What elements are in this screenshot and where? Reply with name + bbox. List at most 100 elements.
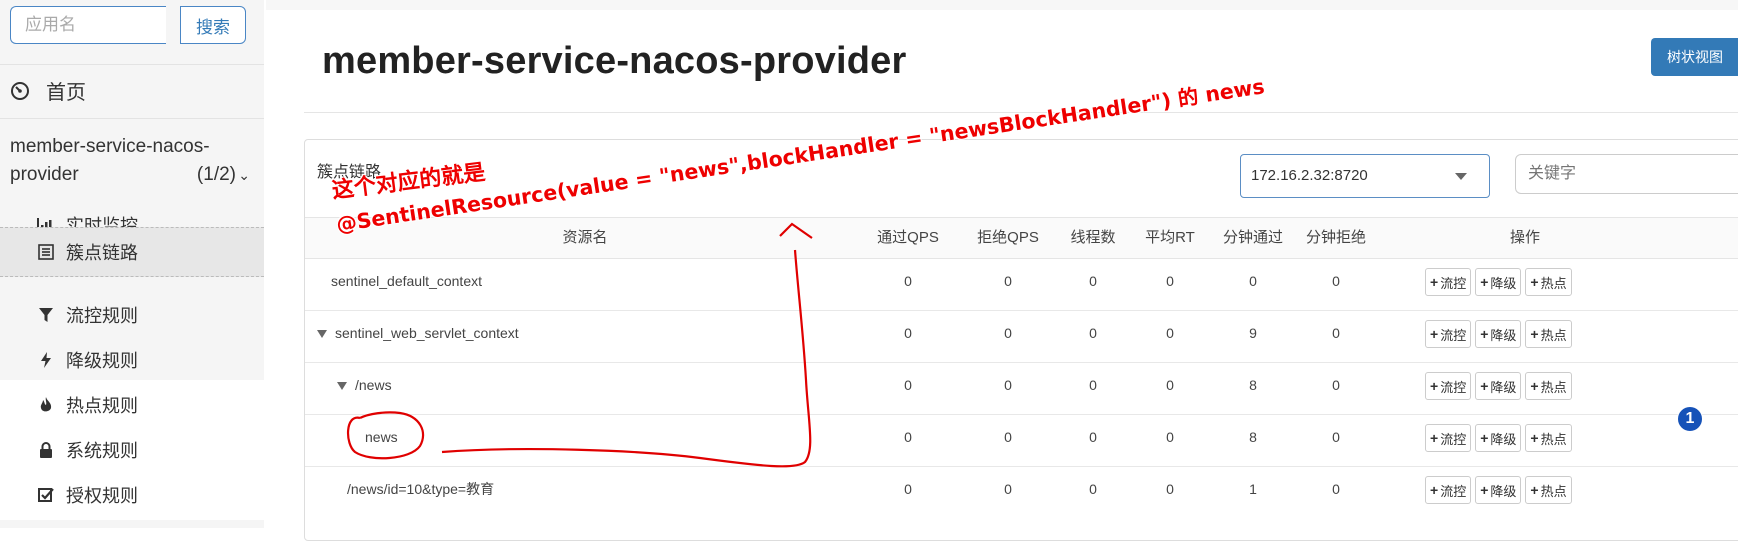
add-hotspot-rule-button[interactable]: + 热点 (1525, 320, 1572, 348)
plus-icon: + (1480, 430, 1489, 446)
list-icon (36, 244, 56, 260)
op-label: 流控 (1440, 483, 1467, 499)
app-name: member-service-nacos-provider (10, 136, 210, 185)
add-hotspot-rule-button[interactable]: + 热点 (1525, 424, 1572, 452)
plus-icon: + (1530, 430, 1539, 446)
op-label: 热点 (1540, 327, 1567, 343)
minute-block: 0 (1332, 377, 1340, 393)
chevron-down-icon: ⌄ (238, 167, 250, 183)
plus-icon: + (1530, 326, 1539, 342)
filter-icon (36, 307, 56, 323)
add-flow-rule-button[interactable]: + 流控 (1425, 476, 1472, 504)
lock-icon (36, 442, 56, 458)
pass-qps: 0 (904, 377, 912, 393)
pass-qps: 0 (904, 325, 912, 341)
op-label: 热点 (1540, 379, 1567, 395)
add-degrade-rule-button[interactable]: + 降级 (1475, 320, 1522, 348)
resource-name: sentinel_default_context (331, 273, 482, 289)
minute-block: 0 (1332, 273, 1340, 289)
sidebar-divider (0, 118, 264, 119)
plus-icon: + (1430, 378, 1439, 394)
row-actions: + 流控 + 降级 + 热点 (1425, 424, 1572, 452)
minute-block: 0 (1332, 481, 1340, 497)
sidebar-item-auth-rules[interactable]: 授权规则 (0, 470, 264, 520)
table-row: news 0 0 0 0 8 0 + 流控 + 降级 + 热点 (305, 414, 1738, 467)
sidebar-divider (0, 64, 264, 65)
row-actions: + 流控 + 降级 + 热点 (1425, 320, 1572, 348)
plus-icon: + (1480, 378, 1489, 394)
add-hotspot-rule-button[interactable]: + 热点 (1525, 372, 1572, 400)
sidebar-item-label: 授权规则 (66, 486, 138, 506)
plus-icon: + (1530, 274, 1539, 290)
add-flow-rule-button[interactable]: + 流控 (1425, 268, 1472, 296)
plus-icon: + (1430, 430, 1439, 446)
plus-icon: + (1430, 482, 1439, 498)
sidebar-item-degrade-rules[interactable]: 降级规则 (0, 335, 264, 385)
table-row: /news 0 0 0 0 8 0 + 流控 + 降级 + 热点 (305, 362, 1738, 415)
add-hotspot-rule-button[interactable]: + 热点 (1525, 476, 1572, 504)
plus-icon: + (1430, 274, 1439, 290)
add-hotspot-rule-button[interactable]: + 热点 (1525, 268, 1572, 296)
op-label: 降级 (1490, 327, 1517, 343)
sidebar-item-system-rules[interactable]: 系统规则 (0, 425, 264, 475)
sidebar-item-hotspot-rules[interactable]: 热点规则 (0, 380, 264, 430)
op-label: 流控 (1440, 275, 1467, 291)
add-degrade-rule-button[interactable]: + 降级 (1475, 372, 1522, 400)
resource-name-cell[interactable]: sentinel_web_servlet_context (317, 310, 519, 356)
machine-select-value: 172.16.2.32:8720 (1251, 167, 1368, 184)
plus-icon: + (1480, 482, 1489, 498)
fire-icon (36, 397, 56, 413)
sidebar-item-home[interactable]: 首页 (10, 76, 86, 105)
machine-select[interactable]: 172.16.2.32:8720 (1240, 154, 1490, 198)
plus-icon: + (1530, 482, 1539, 498)
app-machine-count: (1/2) (196, 164, 236, 185)
sidebar-item-cluster-point-link[interactable]: 簇点链路 (0, 227, 264, 277)
collapse-triangle-icon (337, 382, 347, 391)
add-degrade-rule-button[interactable]: + 降级 (1475, 424, 1522, 452)
op-label: 降级 (1490, 483, 1517, 499)
add-flow-rule-button[interactable]: + 流控 (1425, 320, 1472, 348)
op-label: 降级 (1490, 275, 1517, 291)
home-label: 首页 (46, 82, 86, 104)
op-label: 流控 (1440, 431, 1467, 447)
sidebar-item-label: 流控规则 (66, 306, 138, 326)
app-search-input[interactable] (10, 6, 166, 44)
resource-name: sentinel_web_servlet_context (335, 325, 519, 341)
keyword-input[interactable] (1515, 154, 1738, 194)
add-degrade-rule-button[interactable]: + 降级 (1475, 268, 1522, 296)
dashboard-icon (11, 81, 29, 100)
table-row: /news/id=10&type=教育 0 0 0 0 1 0 + 流控 + 降级 … (305, 466, 1738, 518)
sidebar-item-label: 降级规则 (66, 351, 138, 371)
row-actions: + 流控 + 降级 + 热点 (1425, 476, 1572, 504)
top-strip (266, 0, 1738, 10)
op-label: 热点 (1540, 431, 1567, 447)
pass-qps: 0 (904, 429, 912, 445)
resource-name: /news (355, 377, 392, 393)
col-operations: 操作 (1509, 229, 1540, 246)
table-header: 资源名 通过QPS 拒绝QPS 线程数 平均RT 分钟通过 分钟拒绝 操作 (305, 217, 1738, 259)
add-flow-rule-button[interactable]: + 流控 (1425, 424, 1472, 452)
app-entry[interactable]: member-service-nacos-provider (1/2) ⌄ (10, 133, 250, 189)
add-degrade-rule-button[interactable]: + 降级 (1475, 476, 1522, 504)
sidebar-item-flow-rules[interactable]: 流控规则 (0, 290, 264, 340)
pass-qps: 0 (904, 481, 912, 497)
minute-block: 0 (1332, 429, 1340, 445)
table-row: sentinel_web_servlet_context 0 0 0 0 9 0… (305, 310, 1738, 363)
op-label: 降级 (1490, 431, 1517, 447)
app-search: 搜索 (10, 6, 246, 44)
search-button[interactable]: 搜索 (180, 6, 246, 44)
tree-view-button[interactable]: 树状视图 (1651, 38, 1738, 76)
add-flow-rule-button[interactable]: + 流控 (1425, 372, 1472, 400)
sidebar-item-label: 系统规则 (66, 441, 138, 461)
col-minute-block: 分钟拒绝 (1305, 229, 1366, 246)
resource-name-cell[interactable]: /news (337, 362, 392, 408)
row-actions: + 流控 + 降级 + 热点 (1425, 268, 1572, 296)
col-pass-qps: 通过QPS (877, 229, 939, 246)
plus-icon: + (1530, 378, 1539, 394)
collapse-triangle-icon (317, 330, 327, 339)
check-square-icon (36, 487, 56, 503)
plus-icon: + (1430, 326, 1439, 342)
page-title: member-service-nacos-provider (322, 40, 907, 82)
bolt-icon (36, 352, 56, 368)
op-label: 热点 (1540, 483, 1567, 499)
